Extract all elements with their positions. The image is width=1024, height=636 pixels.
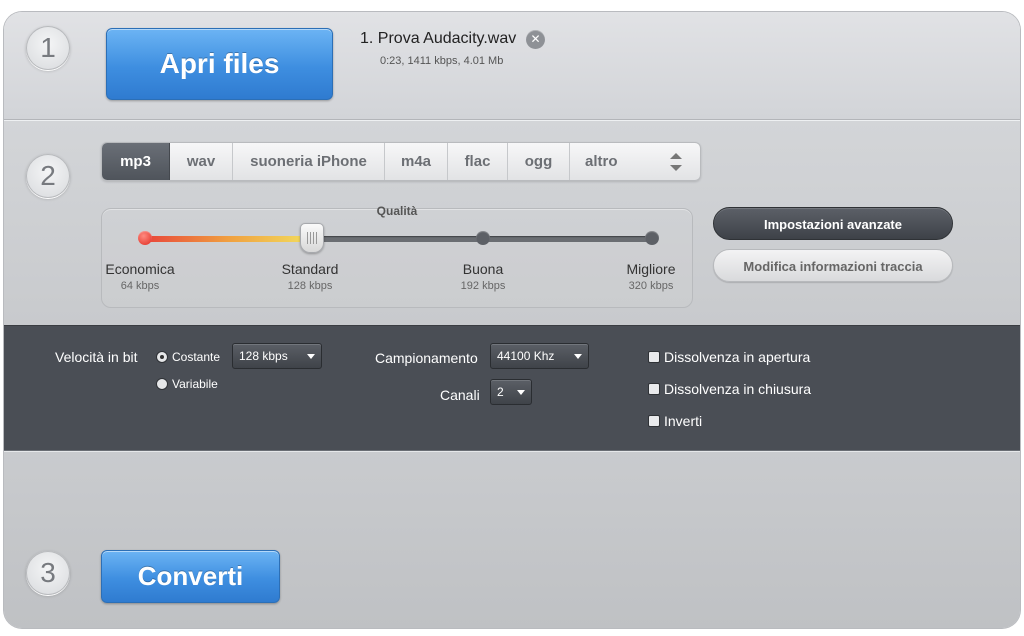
bitrate-label: Velocità in bit bbox=[55, 349, 138, 365]
quality-slider-handle[interactable] bbox=[300, 223, 324, 253]
app-window: 1 Apri files 1. Prova Audacity.wav ✕ 0:2… bbox=[4, 12, 1020, 628]
quality-label-migliore: Migliore bbox=[626, 261, 676, 277]
tab-suoneria-iphone[interactable]: suoneria iPhone bbox=[233, 143, 385, 180]
fade-out-label: Dissolvenza in chiusura bbox=[664, 381, 812, 397]
channels-label: Canali bbox=[440, 387, 480, 403]
format-tabs: mp3 wav suoneria iPhone m4a flac ogg alt… bbox=[101, 142, 701, 181]
tab-mp3[interactable]: mp3 bbox=[102, 143, 170, 180]
chevron-down-icon bbox=[307, 354, 315, 359]
channels-select-value: 2 bbox=[497, 385, 504, 399]
quality-label-buona: Buona bbox=[462, 261, 504, 277]
file-name: 1. Prova Audacity.wav bbox=[360, 30, 517, 47]
step-2-badge: 2 bbox=[26, 154, 70, 198]
quality-sub-migliore: 320 kbps bbox=[628, 280, 674, 292]
step-3-section: 3 Converti bbox=[4, 451, 1020, 628]
tab-wav[interactable]: wav bbox=[170, 143, 233, 180]
tab-flac[interactable]: flac bbox=[448, 143, 508, 180]
tab-ogg[interactable]: ogg bbox=[508, 143, 570, 180]
quality-sub-economica: 64 kbps bbox=[120, 280, 160, 292]
bitrate-select[interactable]: 128 kbps bbox=[232, 343, 322, 369]
chevron-down-icon bbox=[574, 354, 582, 359]
invert-label: Inverti bbox=[664, 413, 703, 429]
step-2-section: 2 mp3 wav suoneria iPhone m4a flac ogg a… bbox=[4, 120, 1020, 325]
tab-altro-label: altro bbox=[585, 153, 618, 170]
quality-stop-economica[interactable] bbox=[138, 231, 152, 245]
quality-title: Qualità bbox=[376, 204, 418, 218]
radio-variable-label: Variabile bbox=[172, 377, 218, 391]
quality-sub-standard: 128 kbps bbox=[287, 280, 333, 292]
quality-panel: Qualità Economica 64 kbps Standard 128 k… bbox=[101, 204, 693, 308]
chevron-down-icon bbox=[517, 390, 525, 395]
tab-altro[interactable]: altro bbox=[570, 143, 700, 180]
fade-out-checkbox[interactable] bbox=[648, 383, 660, 395]
advanced-settings-panel: Velocità in bit Costante Variabile 128 k… bbox=[4, 325, 1020, 451]
quality-sub-buona: 192 kbps bbox=[460, 280, 506, 292]
step-1-badge: 1 bbox=[26, 26, 70, 70]
close-icon[interactable]: ✕ bbox=[526, 30, 545, 49]
step-3-badge: 3 bbox=[26, 551, 70, 595]
file-meta: 0:23, 1411 kbps, 4.01 Mb bbox=[380, 55, 504, 67]
sampling-select[interactable]: 44100 Khz bbox=[490, 343, 589, 369]
radio-variable[interactable] bbox=[156, 378, 168, 390]
quality-slider-track[interactable] bbox=[144, 236, 656, 242]
quality-stop-buona[interactable] bbox=[476, 231, 490, 245]
edit-track-info-button[interactable]: Modifica informazioni traccia bbox=[713, 249, 953, 282]
fade-in-label: Dissolvenza in apertura bbox=[664, 349, 811, 365]
quality-label-standard: Standard bbox=[281, 261, 339, 277]
quality-slider-fill bbox=[144, 236, 314, 242]
advanced-settings-button[interactable]: Impostazioni avanzate bbox=[713, 207, 953, 240]
bitrate-select-value: 128 kbps bbox=[239, 349, 288, 363]
channels-select[interactable]: 2 bbox=[490, 379, 532, 405]
sampling-label: Campionamento bbox=[375, 350, 478, 366]
sampling-select-value: 44100 Khz bbox=[497, 349, 555, 363]
open-files-button[interactable]: Apri files bbox=[106, 28, 333, 100]
step-1-section: 1 Apri files 1. Prova Audacity.wav ✕ 0:2… bbox=[4, 12, 1020, 120]
fade-in-checkbox[interactable] bbox=[648, 351, 660, 363]
convert-button[interactable]: Converti bbox=[101, 550, 280, 603]
up-down-arrows-icon bbox=[670, 153, 682, 171]
radio-constant-label: Costante bbox=[172, 350, 221, 364]
tab-m4a[interactable]: m4a bbox=[385, 143, 448, 180]
radio-constant[interactable] bbox=[156, 351, 168, 363]
quality-label-economica: Economica bbox=[105, 261, 175, 277]
invert-checkbox[interactable] bbox=[648, 415, 660, 427]
quality-stop-migliore[interactable] bbox=[645, 231, 659, 245]
